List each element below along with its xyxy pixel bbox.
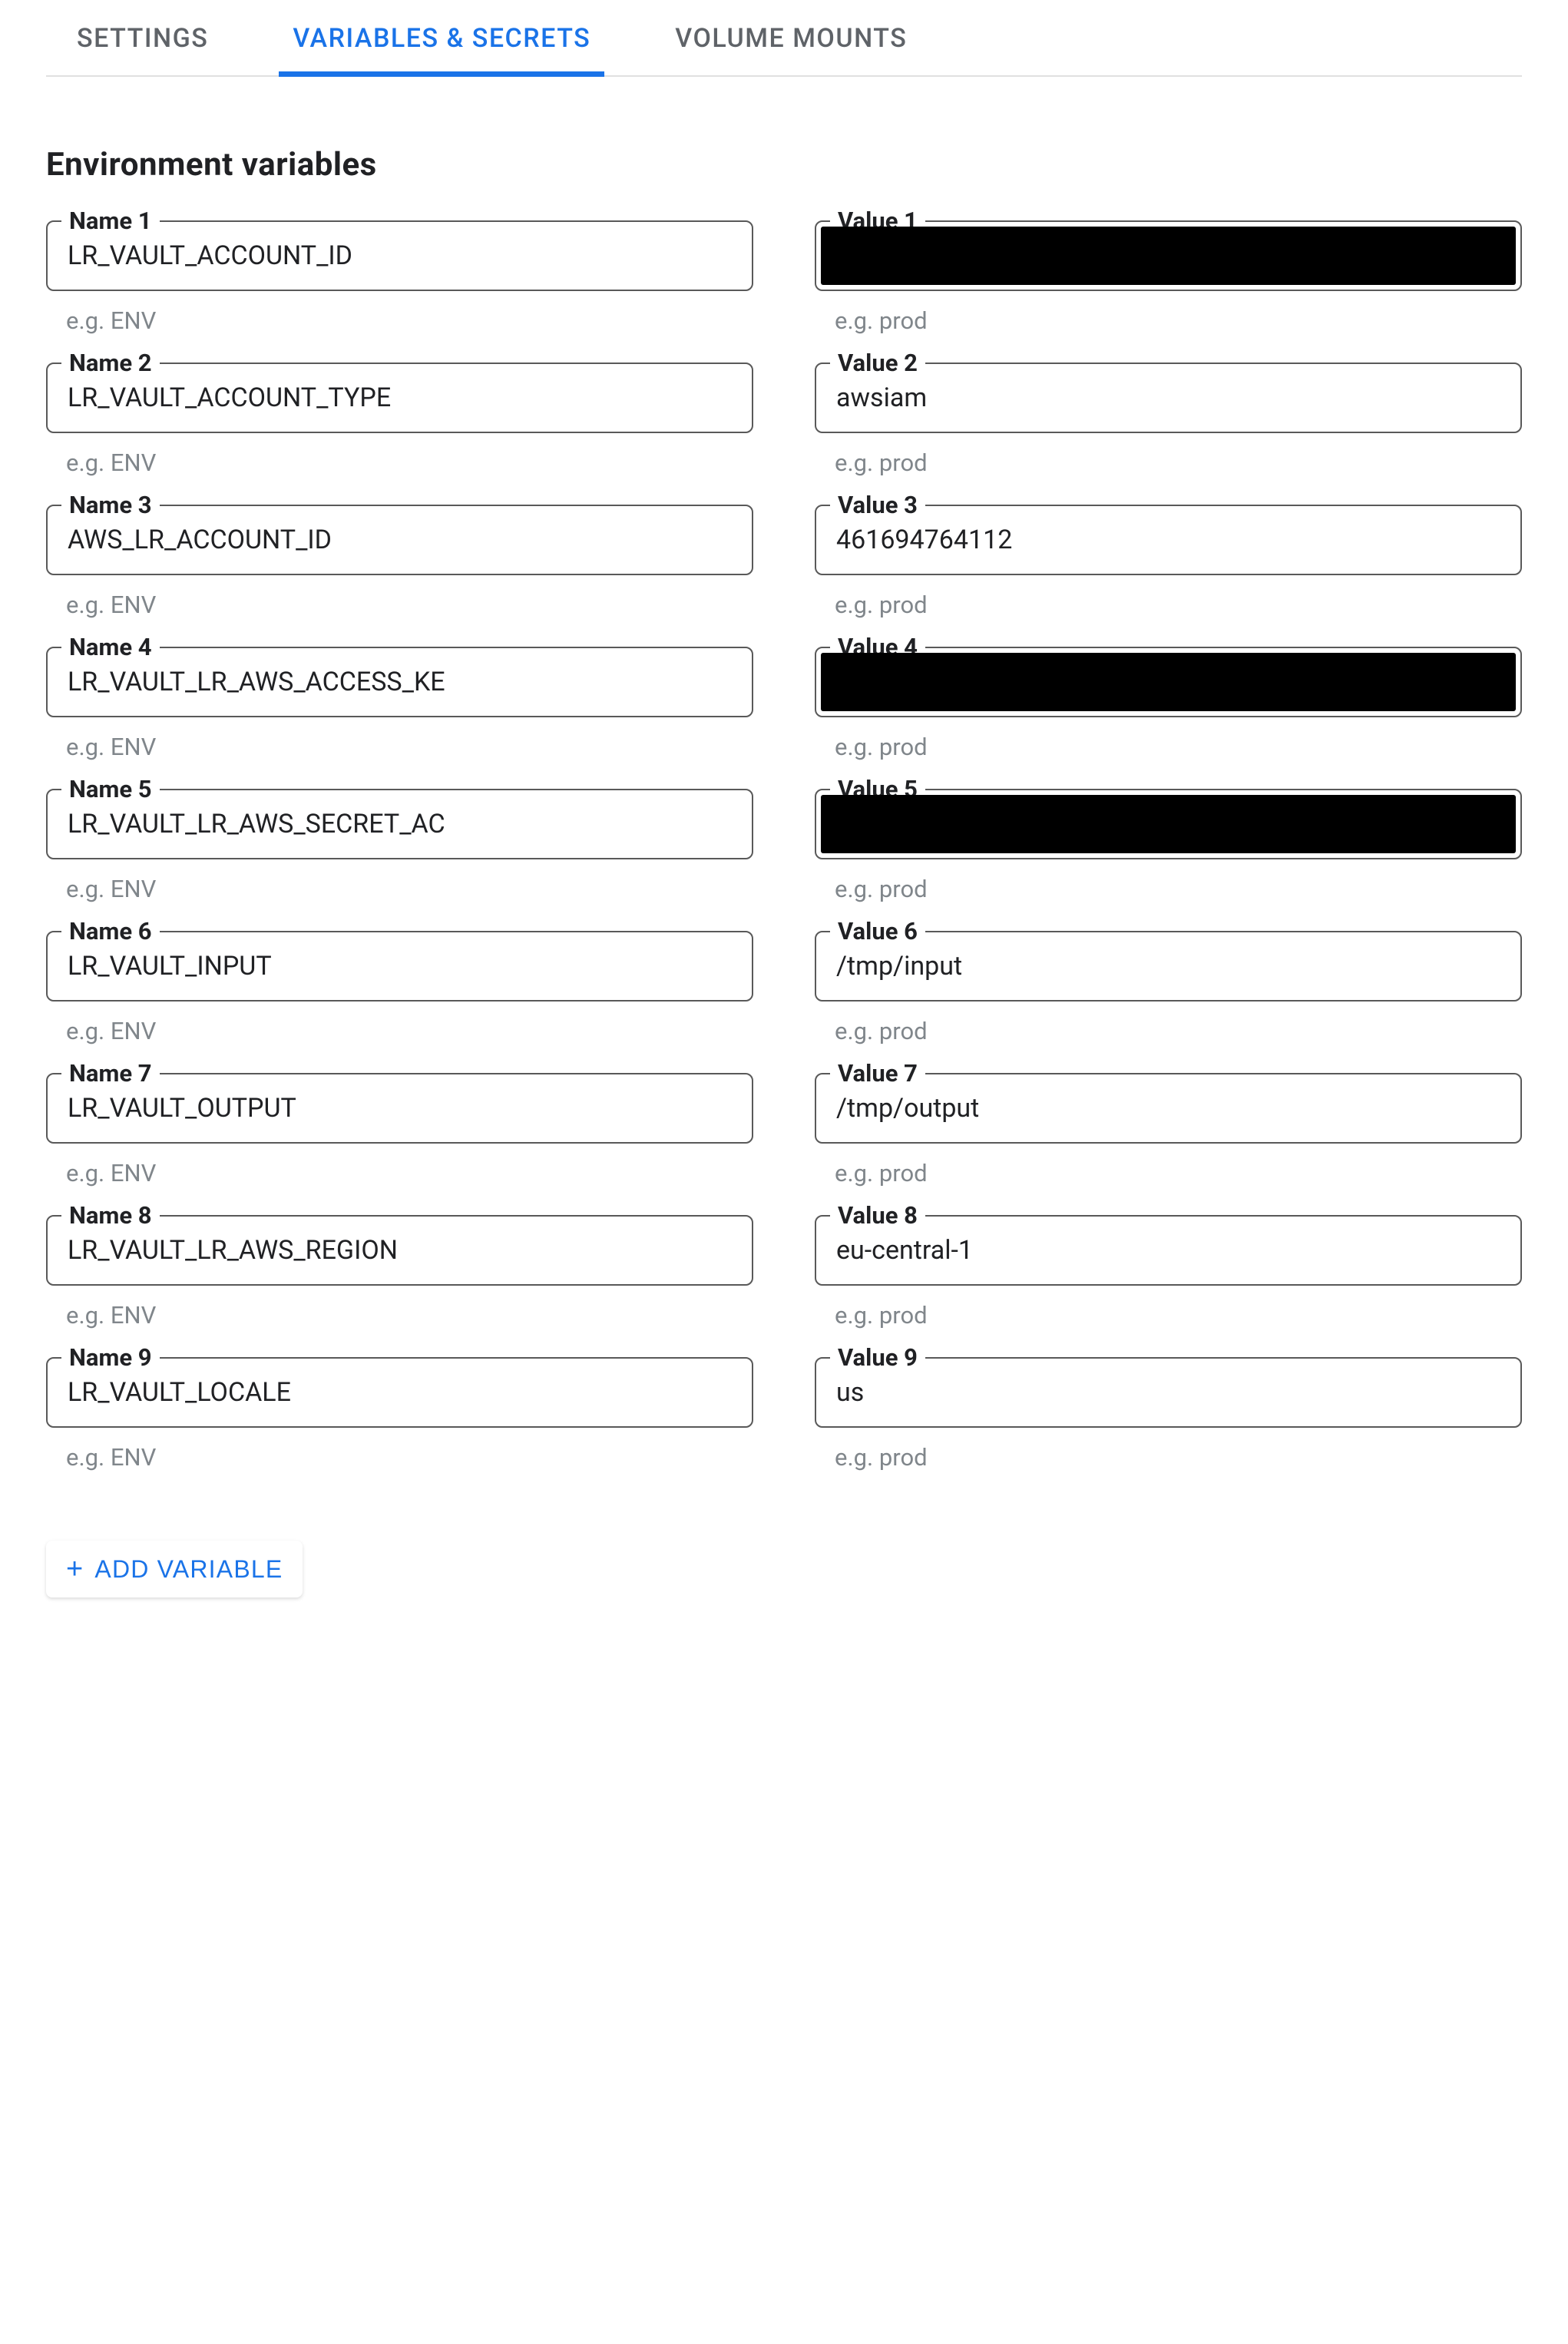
- name-field[interactable]: Name 1: [46, 220, 753, 291]
- value-hint: e.g. prod: [815, 1159, 1522, 1187]
- name-input[interactable]: [68, 240, 732, 271]
- name-input[interactable]: [68, 382, 732, 413]
- value-legend: Value 2: [830, 349, 925, 377]
- env-var-row: Name 5 e.g. ENV Value 5 e.g. prod: [46, 789, 1522, 903]
- value-hint: e.g. prod: [815, 306, 1522, 335]
- value-hint: e.g. prod: [815, 591, 1522, 619]
- value-input[interactable]: [836, 525, 1500, 555]
- tab-variables-secrets[interactable]: VARIABLES & SECRETS: [293, 23, 590, 75]
- name-input[interactable]: [68, 1235, 732, 1266]
- name-input[interactable]: [68, 809, 732, 839]
- value-field[interactable]: Value 1: [815, 220, 1522, 291]
- value-field[interactable]: Value 8: [815, 1215, 1522, 1286]
- name-field[interactable]: Name 6: [46, 931, 753, 1001]
- value-field[interactable]: Value 7: [815, 1073, 1522, 1144]
- name-legend: Name 7: [61, 1059, 160, 1088]
- env-var-row: Name 8 e.g. ENV Value 8 e.g. prod: [46, 1215, 1522, 1329]
- value-legend: Value 8: [830, 1201, 925, 1230]
- value-legend: Value 7: [830, 1059, 925, 1088]
- name-field[interactable]: Name 7: [46, 1073, 753, 1144]
- name-input[interactable]: [68, 951, 732, 982]
- name-legend: Name 5: [61, 775, 160, 803]
- value-input[interactable]: [836, 1377, 1500, 1408]
- plus-icon: +: [66, 1554, 84, 1584]
- name-field[interactable]: Name 9: [46, 1357, 753, 1428]
- value-legend: Value 9: [830, 1343, 925, 1372]
- name-hint: e.g. ENV: [46, 449, 753, 477]
- name-legend: Name 2: [61, 349, 160, 377]
- env-var-row: Name 9 e.g. ENV Value 9 e.g. prod: [46, 1357, 1522, 1472]
- value-hint: e.g. prod: [815, 733, 1522, 761]
- tabs-bar: SETTINGS VARIABLES & SECRETS VOLUME MOUN…: [46, 0, 1522, 77]
- name-field[interactable]: Name 4: [46, 647, 753, 717]
- name-hint: e.g. ENV: [46, 591, 753, 619]
- env-var-row: Name 1 e.g. ENV Value 1 e.g. prod: [46, 220, 1522, 335]
- add-variable-button[interactable]: + ADD VARIABLE: [46, 1541, 303, 1597]
- value-field[interactable]: Value 2: [815, 363, 1522, 433]
- value-field[interactable]: Value 9: [815, 1357, 1522, 1428]
- value-input[interactable]: [836, 951, 1500, 982]
- name-hint: e.g. ENV: [46, 1159, 753, 1187]
- value-legend: Value 6: [830, 917, 925, 945]
- value-hint: e.g. prod: [815, 1443, 1522, 1472]
- env-var-row: Name 7 e.g. ENV Value 7 e.g. prod: [46, 1073, 1522, 1187]
- value-legend: Value 3: [830, 491, 925, 519]
- value-hint: e.g. prod: [815, 875, 1522, 903]
- redacted-value: [821, 227, 1516, 285]
- value-hint: e.g. prod: [815, 1017, 1522, 1045]
- value-field[interactable]: Value 6: [815, 931, 1522, 1001]
- redacted-value: [821, 653, 1516, 711]
- value-input[interactable]: [836, 1093, 1500, 1124]
- name-legend: Name 1: [61, 207, 160, 235]
- env-var-row: Name 6 e.g. ENV Value 6 e.g. prod: [46, 931, 1522, 1045]
- name-legend: Name 4: [61, 633, 160, 661]
- env-var-row: Name 4 e.g. ENV Value 4 e.g. prod: [46, 647, 1522, 761]
- tab-settings[interactable]: SETTINGS: [77, 23, 208, 75]
- redacted-value: [821, 795, 1516, 853]
- value-field[interactable]: Value 4: [815, 647, 1522, 717]
- value-input[interactable]: [836, 382, 1500, 413]
- name-hint: e.g. ENV: [46, 1443, 753, 1472]
- name-field[interactable]: Name 2: [46, 363, 753, 433]
- name-legend: Name 6: [61, 917, 160, 945]
- name-hint: e.g. ENV: [46, 306, 753, 335]
- name-hint: e.g. ENV: [46, 733, 753, 761]
- name-field[interactable]: Name 5: [46, 789, 753, 859]
- name-input[interactable]: [68, 1377, 732, 1408]
- value-input[interactable]: [836, 1235, 1500, 1266]
- section-title: Environment variables: [46, 146, 1522, 184]
- value-hint: e.g. prod: [815, 1301, 1522, 1329]
- env-var-row: Name 3 e.g. ENV Value 3 e.g. prod: [46, 505, 1522, 619]
- name-field[interactable]: Name 8: [46, 1215, 753, 1286]
- name-hint: e.g. ENV: [46, 1017, 753, 1045]
- value-field[interactable]: Value 5: [815, 789, 1522, 859]
- name-legend: Name 3: [61, 491, 160, 519]
- name-input[interactable]: [68, 525, 732, 555]
- add-variable-label: ADD VARIABLE: [94, 1555, 283, 1584]
- name-legend: Name 9: [61, 1343, 160, 1372]
- name-field[interactable]: Name 3: [46, 505, 753, 575]
- name-legend: Name 8: [61, 1201, 160, 1230]
- value-hint: e.g. prod: [815, 449, 1522, 477]
- name-input[interactable]: [68, 667, 732, 697]
- name-input[interactable]: [68, 1093, 732, 1124]
- tab-volume-mounts[interactable]: VOLUME MOUNTS: [675, 23, 907, 75]
- value-field[interactable]: Value 3: [815, 505, 1522, 575]
- env-var-rows: Name 1 e.g. ENV Value 1 e.g. prod Name 2 e.g.…: [46, 220, 1522, 1472]
- name-hint: e.g. ENV: [46, 875, 753, 903]
- name-hint: e.g. ENV: [46, 1301, 753, 1329]
- env-var-row: Name 2 e.g. ENV Value 2 e.g. prod: [46, 363, 1522, 477]
